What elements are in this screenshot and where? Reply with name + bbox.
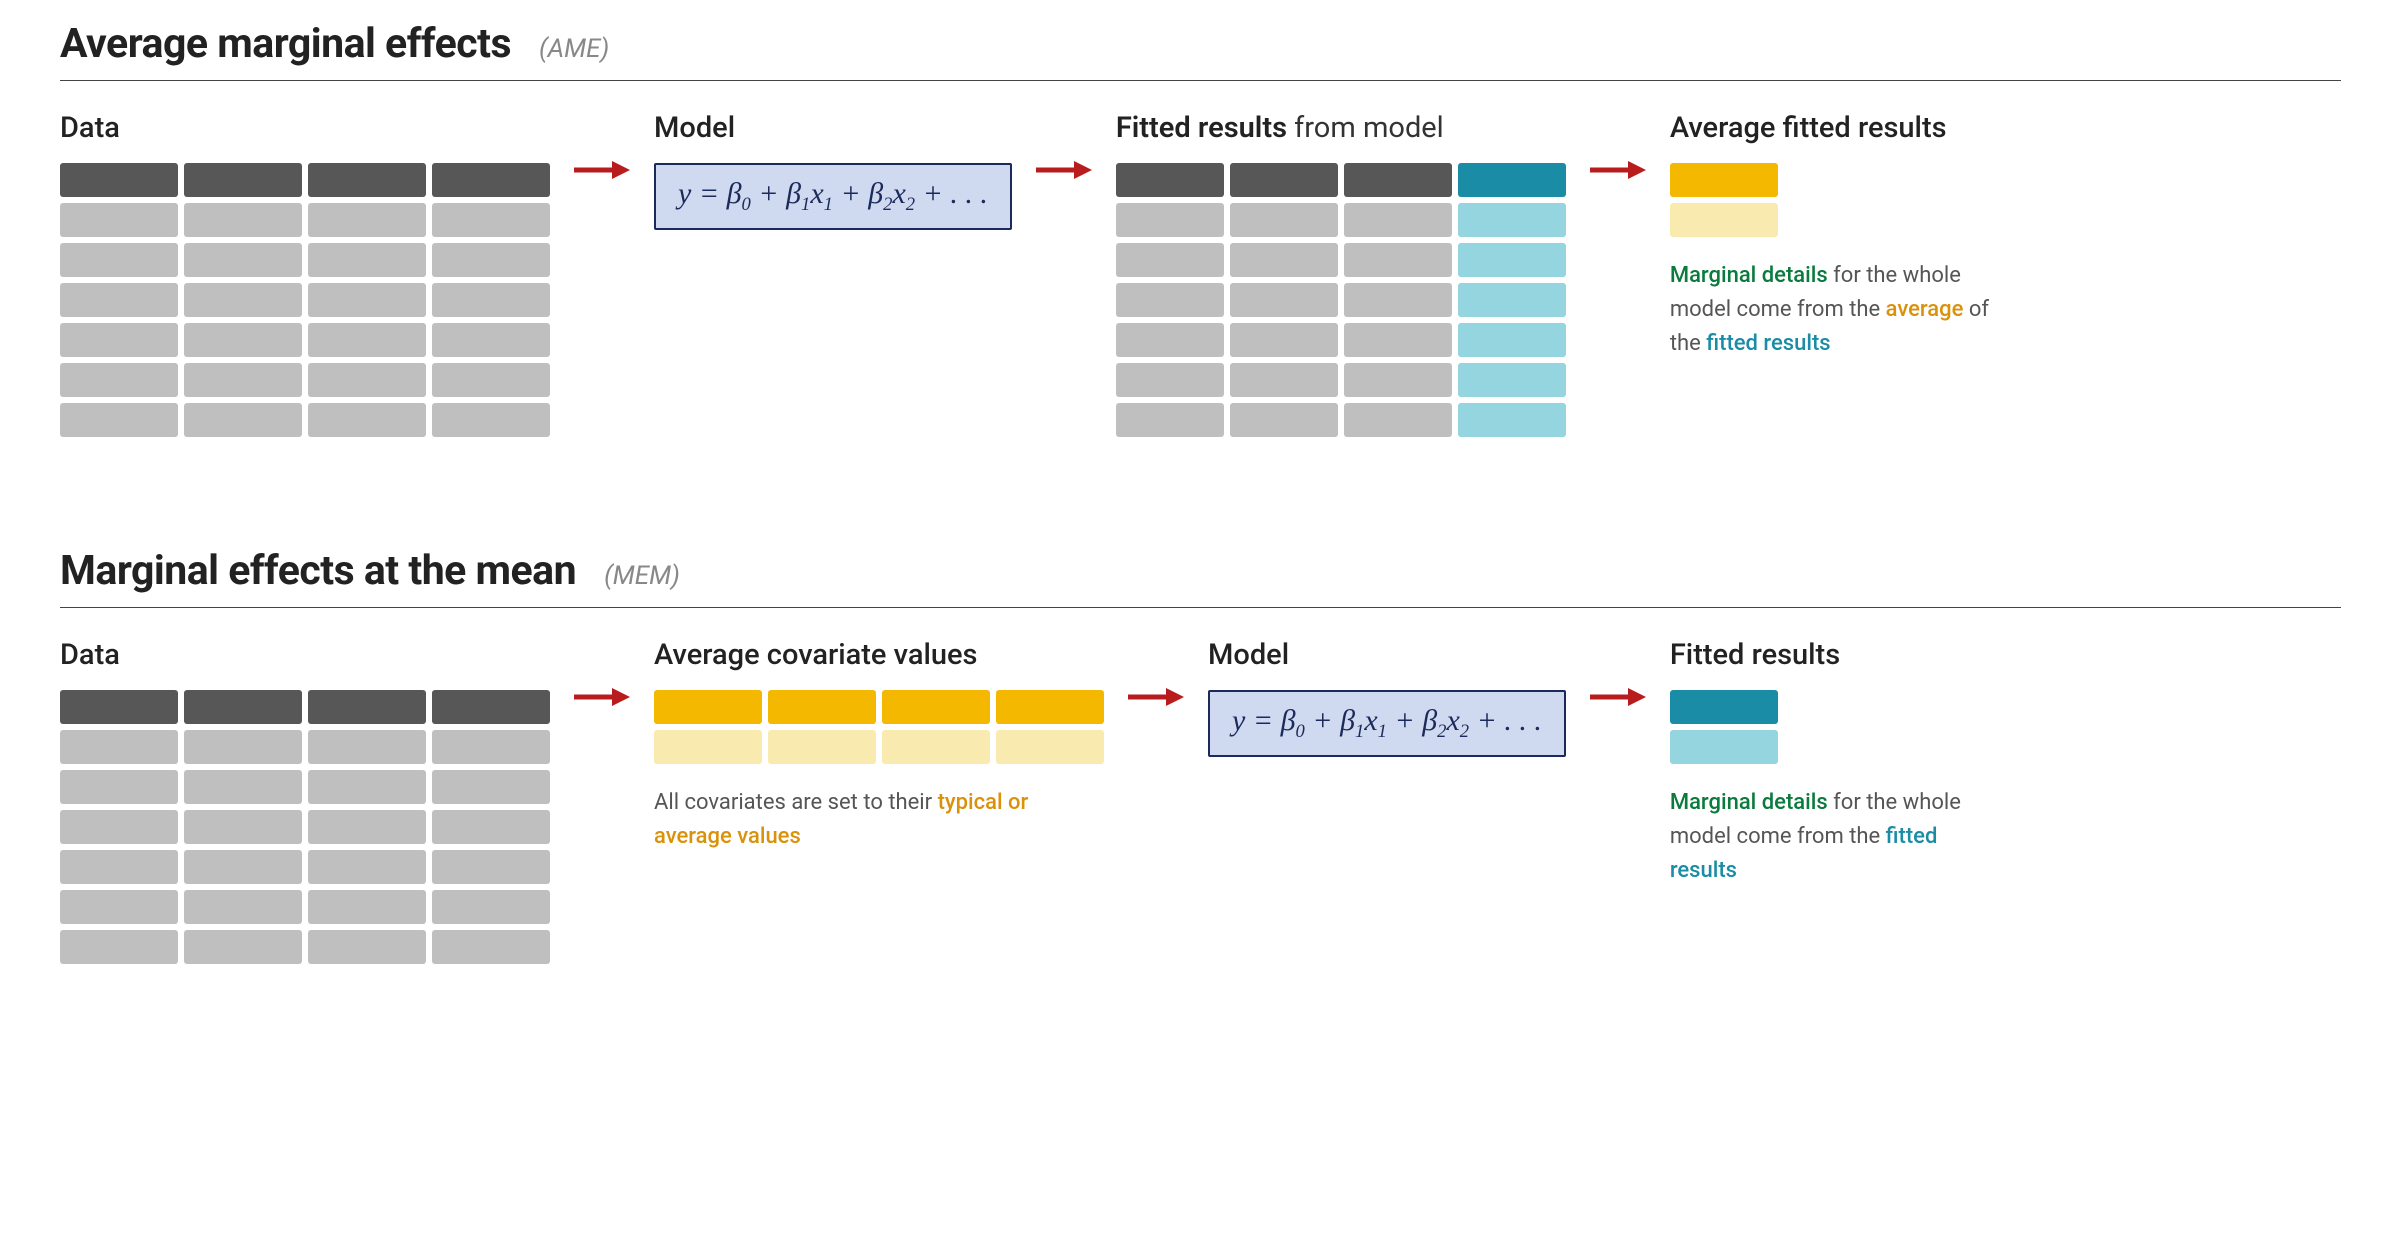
mem-fitted-label: Fitted results xyxy=(1670,638,1970,672)
mem-avgcov-label: Average covariate values xyxy=(654,638,1104,672)
ame-avg-label: Average fitted results xyxy=(1670,111,2010,145)
ame-data-col: Data xyxy=(60,111,550,437)
ame-fitted-label: Fitted results from model xyxy=(1116,111,1566,145)
arrow-icon xyxy=(568,638,636,708)
ame-data-table xyxy=(60,163,550,437)
ame-title: Average marginal effects xyxy=(60,20,511,68)
ame-fitted-col: Fitted results from model xyxy=(1116,111,1566,437)
mem-section: Marginal effects at the mean (MEM) Data … xyxy=(60,547,2341,964)
ame-header: Average marginal effects (AME) xyxy=(60,20,2341,81)
arrow-icon xyxy=(1584,111,1652,181)
ame-data-label: Data xyxy=(60,111,550,145)
mem-model-formula: y = β0 + β1x1 + β2x2 + . . . xyxy=(1208,690,1566,757)
mem-fitted-table xyxy=(1670,690,1970,764)
arrow-icon xyxy=(1030,111,1098,181)
mem-model-label: Model xyxy=(1208,638,1566,672)
ame-fitted-table xyxy=(1116,163,1566,437)
mem-cov-caption: All covariates are set to their typical … xyxy=(654,786,1094,854)
ame-caption: Marginal details for the whole model com… xyxy=(1670,259,2010,361)
mem-data-label: Data xyxy=(60,638,550,672)
mem-abbr: (MEM) xyxy=(604,561,680,591)
arrow-icon xyxy=(1584,638,1652,708)
mem-title: Marginal effects at the mean xyxy=(60,547,576,595)
mem-data-table xyxy=(60,690,550,964)
arrow-icon xyxy=(568,111,636,181)
mem-data-col: Data xyxy=(60,638,550,964)
mem-fitted-col: Fitted results Marginal details for the … xyxy=(1670,638,1970,888)
ame-abbr: (AME) xyxy=(539,34,609,64)
mem-avgcov-col: Average covariate values All covariates … xyxy=(654,638,1104,854)
ame-section: Average marginal effects (AME) Data Mode… xyxy=(60,20,2341,437)
ame-model-formula: y = β0 + β1x1 + β2x2 + . . . xyxy=(654,163,1012,230)
ame-flow: Data Model y = β0 + β1x1 + β2x2 + . . . xyxy=(60,111,2341,437)
ame-model-col: Model y = β0 + β1x1 + β2x2 + . . . xyxy=(654,111,1012,230)
ame-model-label: Model xyxy=(654,111,1012,145)
ame-avg-col: Average fitted results Marginal details … xyxy=(1670,111,2010,361)
ame-avg-table xyxy=(1670,163,2010,237)
mem-caption: Marginal details for the whole model com… xyxy=(1670,786,1970,888)
mem-flow: Data Average covariate values All co xyxy=(60,638,2341,964)
arrow-icon xyxy=(1122,638,1190,708)
mem-header: Marginal effects at the mean (MEM) xyxy=(60,547,2341,608)
mem-model-col: Model y = β0 + β1x1 + β2x2 + . . . xyxy=(1208,638,1566,757)
mem-avgcov-table xyxy=(654,690,1104,764)
